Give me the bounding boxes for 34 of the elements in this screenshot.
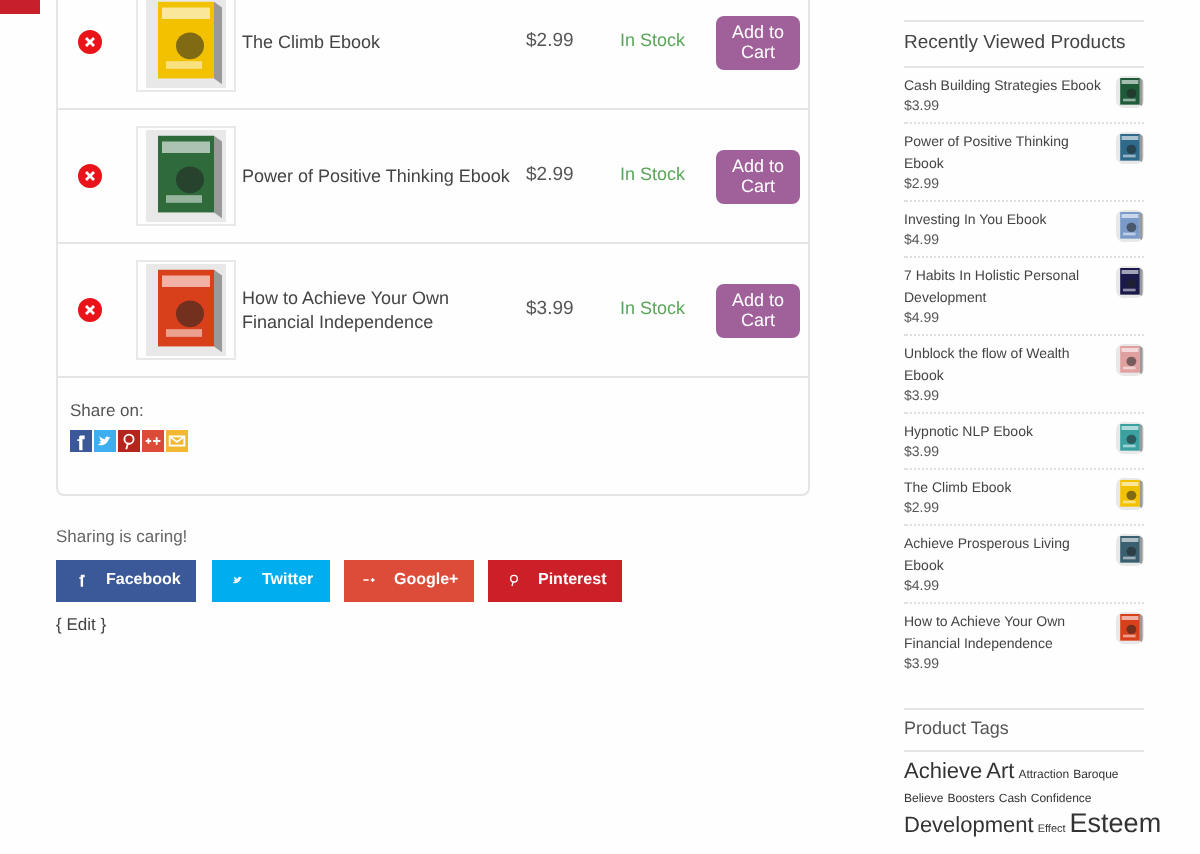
tag-link[interactable]: Development bbox=[904, 813, 1034, 838]
google-plus-button[interactable]: Google+ bbox=[344, 559, 474, 602]
add-to-cart-button[interactable]: Add to Cart bbox=[716, 15, 800, 69]
add-to-cart-button[interactable]: Add to Cart bbox=[716, 149, 800, 203]
widget-title: Product Tags bbox=[904, 710, 1144, 752]
add-to-cart-button[interactable]: Add to Cart bbox=[716, 283, 800, 337]
header-bar bbox=[0, 0, 40, 14]
product-price: $2.99 bbox=[526, 27, 576, 56]
stock-status: In Stock bbox=[620, 28, 688, 55]
widget-title: Recently Viewed Products bbox=[904, 22, 1144, 69]
product-name[interactable]: How to Achieve Your Own Financial Independence bbox=[242, 286, 522, 334]
tag-link[interactable]: Achieve bbox=[904, 759, 983, 784]
edit-link[interactable]: { Edit } bbox=[56, 611, 810, 637]
facebook-icon bbox=[74, 572, 90, 589]
product-price: $3.99 bbox=[526, 295, 576, 324]
facebook-button[interactable]: Facebook bbox=[56, 559, 196, 602]
pinterest-button[interactable]: Pinterest bbox=[488, 559, 622, 602]
product-price: $2.99 bbox=[526, 161, 576, 190]
pin-icon[interactable] bbox=[118, 429, 140, 452]
facebook-icon[interactable] bbox=[70, 429, 92, 452]
google-plus-icon[interactable] bbox=[142, 429, 164, 452]
sharing-caption: Sharing is caring! bbox=[56, 524, 190, 550]
product-name[interactable]: The Climb Ebook bbox=[242, 30, 522, 54]
remove-icon[interactable] bbox=[78, 30, 102, 54]
twitter-icon bbox=[230, 572, 246, 589]
tag-link[interactable]: Art bbox=[986, 759, 1015, 784]
stock-status: In Stock bbox=[620, 162, 688, 189]
product-name[interactable]: Power of Positive Thinking Ebook bbox=[242, 164, 522, 188]
share-label: Share on: bbox=[70, 398, 146, 424]
remove-icon[interactable] bbox=[78, 298, 102, 322]
tag-link[interactable]: Esteem bbox=[1069, 811, 1162, 836]
remove-icon[interactable] bbox=[78, 164, 102, 188]
stock-status: In Stock bbox=[620, 296, 688, 323]
pinterest-icon bbox=[506, 572, 522, 589]
